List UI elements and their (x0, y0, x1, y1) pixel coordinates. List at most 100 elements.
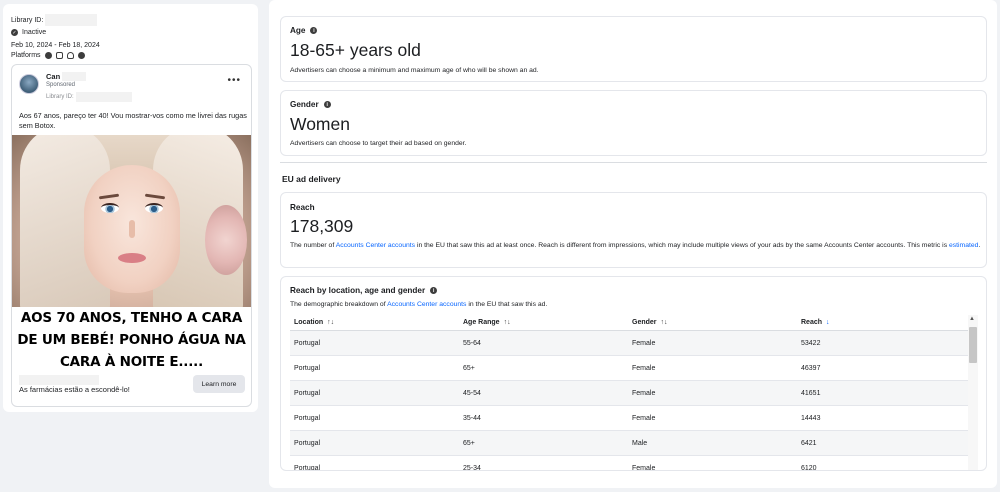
status-text: Inactive (22, 29, 47, 36)
column-label: Age Range (463, 319, 500, 326)
table-row: Portugal 65+ Male 6421 (290, 431, 978, 456)
eye (101, 203, 119, 213)
eu-ad-delivery-heading: EU ad delivery (282, 174, 341, 184)
age-description: Advertisers can choose a minimum and max… (290, 67, 539, 74)
table-cell: 25-34 (463, 464, 481, 471)
sort-icon[interactable]: ↑↓ (661, 319, 668, 326)
column-label: Location (294, 319, 324, 326)
nose (129, 220, 135, 238)
table-cell: Portugal (294, 414, 321, 422)
platforms-label: Platforms (11, 52, 41, 59)
table-cell: Portugal (294, 389, 321, 397)
table-cell: Female (632, 389, 656, 397)
scroll-up-icon[interactable]: ▲ (969, 316, 975, 322)
accounts-center-link[interactable]: Accounts Center accounts (336, 242, 415, 249)
audience-network-icon (77, 52, 85, 59)
table-cell: Female (632, 414, 656, 422)
estimated-link[interactable]: estimated (949, 242, 978, 249)
table-cell: Portugal (294, 464, 321, 471)
face-shape (84, 165, 180, 293)
table-body: Portugal 55-64 Female 53422 Portugal 65+ Femal… (290, 331, 978, 471)
gender-card: Gender i Women Advertisers can choose to… (280, 90, 987, 156)
info-icon[interactable]: i (323, 101, 331, 108)
advertiser-avatar[interactable] (19, 74, 39, 94)
table-cell: 35-44 (463, 414, 481, 422)
gender-description: Advertisers can choose to target their a… (290, 140, 467, 147)
brow (98, 193, 120, 200)
table-scrollbar[interactable]: ▲ ▼ (968, 315, 978, 470)
ad-preview-card: Can Sponsored Library ID: ••• Aos 67 ano… (11, 64, 252, 407)
age-title: Age i (290, 26, 318, 35)
accounts-center-link[interactable]: Accounts Center accounts (387, 301, 466, 308)
advertiser-name[interactable]: Can (46, 72, 87, 81)
age-card: Age i 18-65+ years old Advertisers can c… (280, 16, 987, 82)
gender-value: Women (290, 114, 350, 134)
reach-desc-text: . (978, 242, 981, 249)
table-cell: 46397 (801, 364, 821, 372)
ad-library-id-label: Library ID: (46, 94, 74, 100)
table-header: Location ↑↓ Age Range ↑↓ Gender ↑↓ Reach ↓ (290, 315, 978, 331)
facebook-icon (44, 52, 52, 59)
table-cell: 6421 (801, 439, 817, 447)
reach-description: The number of Accounts Center accounts i… (290, 240, 985, 251)
table-cell: Female (632, 464, 656, 471)
column-label: Gender (632, 319, 657, 326)
run-dates: Feb 10, 2024 - Feb 18, 2024 (11, 42, 100, 49)
reach-column-header[interactable]: Reach ↓ (797, 319, 966, 326)
ad-footer-text[interactable]: As farmácias estão a escondê-lo! (19, 385, 130, 394)
gender-title-text: Gender (290, 100, 319, 109)
table-cell: Female (632, 339, 656, 347)
ad-library-id: Library ID: (46, 92, 132, 102)
reach-desc-text: in the EU that saw this ad at least once… (415, 242, 949, 249)
library-id: Library ID: (11, 14, 98, 26)
advertiser-name-redacted (62, 72, 87, 81)
ad-image[interactable] (12, 135, 251, 307)
messenger-icon (66, 52, 74, 59)
age-value: 18-65+ years old (290, 40, 421, 60)
more-options-button[interactable]: ••• (227, 76, 241, 86)
section-divider (280, 162, 987, 163)
advertiser-name-text[interactable]: Can (46, 72, 60, 81)
table-cell: Female (632, 364, 656, 372)
table-row: Portugal 25-34 Female 6120 (290, 456, 978, 471)
table-cell: Portugal (294, 439, 321, 447)
info-icon[interactable]: i (310, 27, 318, 34)
breakdown-desc-text: in the EU that saw this ad. (466, 301, 548, 308)
sponsored-label: Sponsored (46, 82, 76, 88)
ad-link-redacted (19, 375, 99, 385)
table-cell: 41651 (801, 389, 821, 397)
table-row: Portugal 45-54 Female 41651 (290, 381, 978, 406)
table-cell: 6120 (801, 464, 817, 471)
age-range-column-header[interactable]: Age Range ↑↓ (459, 319, 628, 326)
eye (145, 203, 163, 213)
breakdown-desc-text: The demographic breakdown of (290, 301, 388, 308)
sort-icon[interactable]: ↑↓ (504, 319, 511, 326)
sort-icon[interactable]: ↑↓ (327, 319, 334, 326)
table-cell: 14443 (801, 414, 821, 422)
table-cell: Portugal (294, 364, 321, 372)
table-cell: 55-64 (463, 339, 481, 347)
reach-value: 178,309 (290, 216, 354, 236)
breakdown-title-text: Reach by location, age and gender (290, 286, 426, 295)
column-label: Reach (801, 319, 823, 326)
audience-details-panel: Age i 18-65+ years old Advertisers can c… (269, 0, 997, 488)
reach-card: Reach 178,309 The number of Accounts Cen… (280, 192, 987, 268)
ad-library-id-redacted (75, 92, 132, 102)
gender-column-header[interactable]: Gender ↑↓ (628, 319, 797, 326)
table-row: Portugal 65+ Female 46397 (290, 356, 978, 381)
instagram-icon (55, 52, 63, 59)
sort-descending-icon[interactable]: ↓ (826, 319, 830, 326)
library-id-redacted (45, 14, 98, 26)
table-cell: 65+ (463, 364, 475, 372)
info-icon[interactable]: i (430, 287, 438, 294)
platforms-row: Platforms (11, 52, 85, 59)
lips (118, 253, 146, 263)
learn-more-button[interactable]: Learn more (193, 375, 245, 393)
table-row: Portugal 35-44 Female 14443 (290, 406, 978, 431)
location-column-header[interactable]: Location ↑↓ (290, 319, 459, 326)
ad-details-panel: Library ID: ✓ Inactive Feb 10, 2024 - Fe… (3, 4, 258, 412)
table-row: Portugal 55-64 Female 53422 (290, 331, 978, 356)
status-row: ✓ Inactive (11, 29, 46, 36)
table-cell: 53422 (801, 339, 821, 347)
scrollbar-thumb[interactable] (969, 327, 977, 363)
